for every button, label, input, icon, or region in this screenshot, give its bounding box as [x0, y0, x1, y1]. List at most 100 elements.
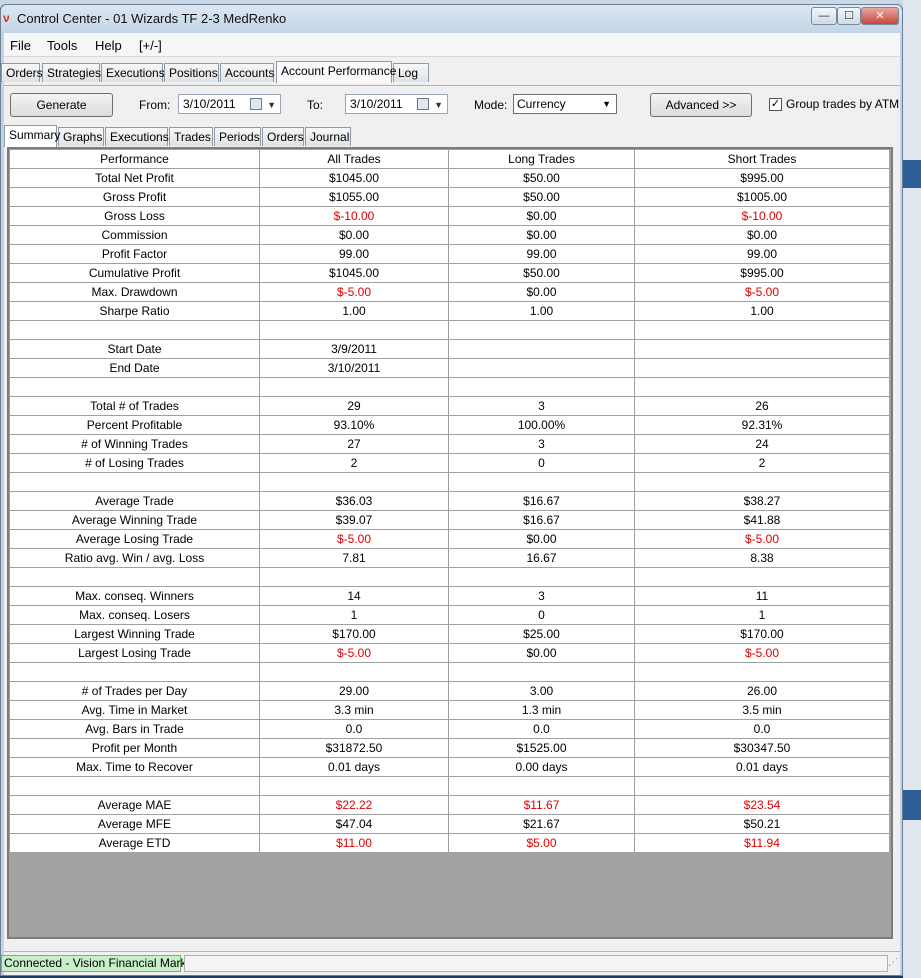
metric-value: 0.0	[448, 719, 635, 739]
tab-executions[interactable]: Executions	[101, 63, 165, 82]
metric-value	[448, 377, 635, 397]
table-row[interactable]: Largest Winning Trade $170.00 $25.00 $170.0…	[9, 624, 890, 644]
table-row[interactable]	[9, 472, 890, 492]
table-row[interactable]: Profit Factor 99.00 99.00 99.00	[9, 244, 890, 264]
metric-value: $41.88	[634, 510, 890, 530]
table-row[interactable]: Ratio avg. Win / avg. Loss 7.81 16.67 8.38	[9, 548, 890, 568]
generate-button[interactable]: Generate	[10, 93, 113, 117]
table-row[interactable]: Avg. Time in Market 3.3 min 1.3 min 3.5 min	[9, 700, 890, 720]
table-row[interactable]: End Date 3/10/2011	[9, 358, 890, 378]
table-row[interactable]: Cumulative Profit $1045.00 $50.00 $995.00	[9, 263, 890, 283]
tab-orders-report[interactable]: Orders	[262, 127, 304, 146]
resize-grip-icon[interactable]: ⋰	[888, 957, 898, 968]
calendar-icon[interactable]	[417, 98, 429, 110]
table-row[interactable]: Total Net Profit $1045.00 $50.00 $995.00	[9, 168, 890, 188]
close-button[interactable]: ✕	[861, 7, 899, 25]
chevron-down-icon[interactable]: ▼	[434, 96, 443, 114]
chevron-down-icon[interactable]: ▼	[267, 96, 276, 114]
metric-value	[259, 776, 449, 796]
minimize-button[interactable]: —	[811, 7, 837, 25]
table-row[interactable]	[9, 776, 890, 796]
table-row[interactable]: # of Trades per Day 29.00 3.00 26.00	[9, 681, 890, 701]
table-row[interactable]: Max. Drawdown $-5.00 $0.00 $-5.00	[9, 282, 890, 302]
metric-value: 3.3 min	[259, 700, 449, 720]
table-row[interactable]: Max. Time to Recover 0.01 days 0.00 days 0.…	[9, 757, 890, 777]
table-row[interactable]	[9, 377, 890, 397]
table-row[interactable]: Average MAE $22.22 $11.67 $23.54	[9, 795, 890, 815]
tab-summary[interactable]: Summary	[4, 125, 60, 147]
tab-executions-report[interactable]: Executions	[105, 127, 169, 146]
tab-periods[interactable]: Periods	[214, 127, 261, 146]
table-row[interactable]: Gross Loss $-10.00 $0.00 $-10.00	[9, 206, 890, 226]
metric-label	[9, 567, 260, 587]
group-trades-checkbox[interactable]: ✓	[769, 98, 782, 111]
table-row[interactable]: Start Date 3/9/2011	[9, 339, 890, 359]
background-window-block	[903, 790, 921, 820]
table-row[interactable]: Percent Profitable 93.10% 100.00% 92.31%	[9, 415, 890, 435]
title-bar[interactable]: ν Control Center - 01 Wizards TF 2-3 Med…	[1, 5, 902, 33]
metric-value: 7.81	[259, 548, 449, 568]
tab-account-performance[interactable]: Account Performance	[276, 61, 396, 83]
tab-orders[interactable]: Orders	[1, 63, 43, 82]
column-header[interactable]: Short Trades	[634, 149, 890, 169]
table-row[interactable]: Max. conseq. Losers 1 0 1	[9, 605, 890, 625]
tab-trades[interactable]: Trades	[169, 127, 213, 146]
table-row[interactable]: # of Winning Trades 27 3 24	[9, 434, 890, 454]
tab-positions[interactable]: Positions	[164, 63, 219, 82]
table-row[interactable]: Commission $0.00 $0.00 $0.00	[9, 225, 890, 245]
table-row[interactable]	[9, 662, 890, 682]
tab-strategies[interactable]: Strategies	[42, 63, 101, 82]
metric-value: 99.00	[259, 244, 449, 264]
table-row[interactable]: Average Trade $36.03 $16.67 $38.27	[9, 491, 890, 511]
advanced-button[interactable]: Advanced >>	[650, 93, 752, 117]
table-row[interactable]: Average MFE $47.04 $21.67 $50.21	[9, 814, 890, 834]
table-row[interactable]: Profit per Month $31872.50 $1525.00 $30347.…	[9, 738, 890, 758]
table-row[interactable]: Average Winning Trade $39.07 $16.67 $41.88	[9, 510, 890, 530]
metric-label: Average Trade	[9, 491, 260, 511]
metric-value	[448, 776, 635, 796]
table-row[interactable]	[9, 320, 890, 340]
tab-graphs[interactable]: Graphs	[58, 127, 104, 146]
metric-value: 1.3 min	[448, 700, 635, 720]
table-row[interactable]: # of Losing Trades 2 0 2	[9, 453, 890, 473]
table-row[interactable]	[9, 567, 890, 587]
to-date-picker[interactable]: 3/10/2011 ▼	[345, 94, 448, 114]
column-header[interactable]: All Trades	[259, 149, 449, 169]
metric-value	[448, 320, 635, 340]
table-row[interactable]: Largest Losing Trade $-5.00 $0.00 $-5.00	[9, 643, 890, 663]
metric-value: 0.0	[259, 719, 449, 739]
metric-value: 26	[634, 396, 890, 416]
metric-label: # of Trades per Day	[9, 681, 260, 701]
report-tab-strip: Summary Graphs Executions Trades Periods…	[4, 125, 900, 147]
background-window-block	[903, 160, 921, 188]
metric-value: $-5.00	[259, 282, 449, 302]
table-row[interactable]: Gross Profit $1055.00 $50.00 $1005.00	[9, 187, 890, 207]
table-row[interactable]: Average Losing Trade $-5.00 $0.00 $-5.00	[9, 529, 890, 549]
table-row[interactable]: Average ETD $11.00 $5.00 $11.94	[9, 833, 890, 853]
metric-value: $23.54	[634, 795, 890, 815]
table-row[interactable]: Total # of Trades 29 3 26	[9, 396, 890, 416]
tab-journal[interactable]: Journal	[305, 127, 351, 146]
table-row[interactable]: Avg. Bars in Trade 0.0 0.0 0.0	[9, 719, 890, 739]
maximize-button[interactable]: ☐	[837, 7, 861, 25]
calendar-icon[interactable]	[250, 98, 262, 110]
metric-value: 99.00	[448, 244, 635, 264]
connection-status: Connected - Vision Financial Markets	[1, 955, 203, 972]
mode-select[interactable]: Currency ▼	[513, 94, 617, 114]
metric-value: $0.00	[259, 225, 449, 245]
column-header[interactable]: Performance	[9, 149, 260, 169]
metric-value: 29.00	[259, 681, 449, 701]
column-header[interactable]: Long Trades	[448, 149, 635, 169]
menu-expand-toggle[interactable]: [+/-]	[139, 38, 162, 53]
from-date-picker[interactable]: 3/10/2011 ▼	[178, 94, 281, 114]
menu-help[interactable]: Help	[95, 38, 122, 53]
tab-log[interactable]: Log	[393, 63, 429, 82]
metric-value	[448, 567, 635, 587]
metric-label: Total Net Profit	[9, 168, 260, 188]
table-row[interactable]: Sharpe Ratio 1.00 1.00 1.00	[9, 301, 890, 321]
menu-tools[interactable]: Tools	[47, 38, 77, 53]
tab-accounts[interactable]: Accounts	[220, 63, 274, 82]
group-trades-label[interactable]: Group trades by ATM	[786, 97, 899, 111]
table-row[interactable]: Max. conseq. Winners 14 3 11	[9, 586, 890, 606]
menu-file[interactable]: File	[10, 38, 31, 53]
